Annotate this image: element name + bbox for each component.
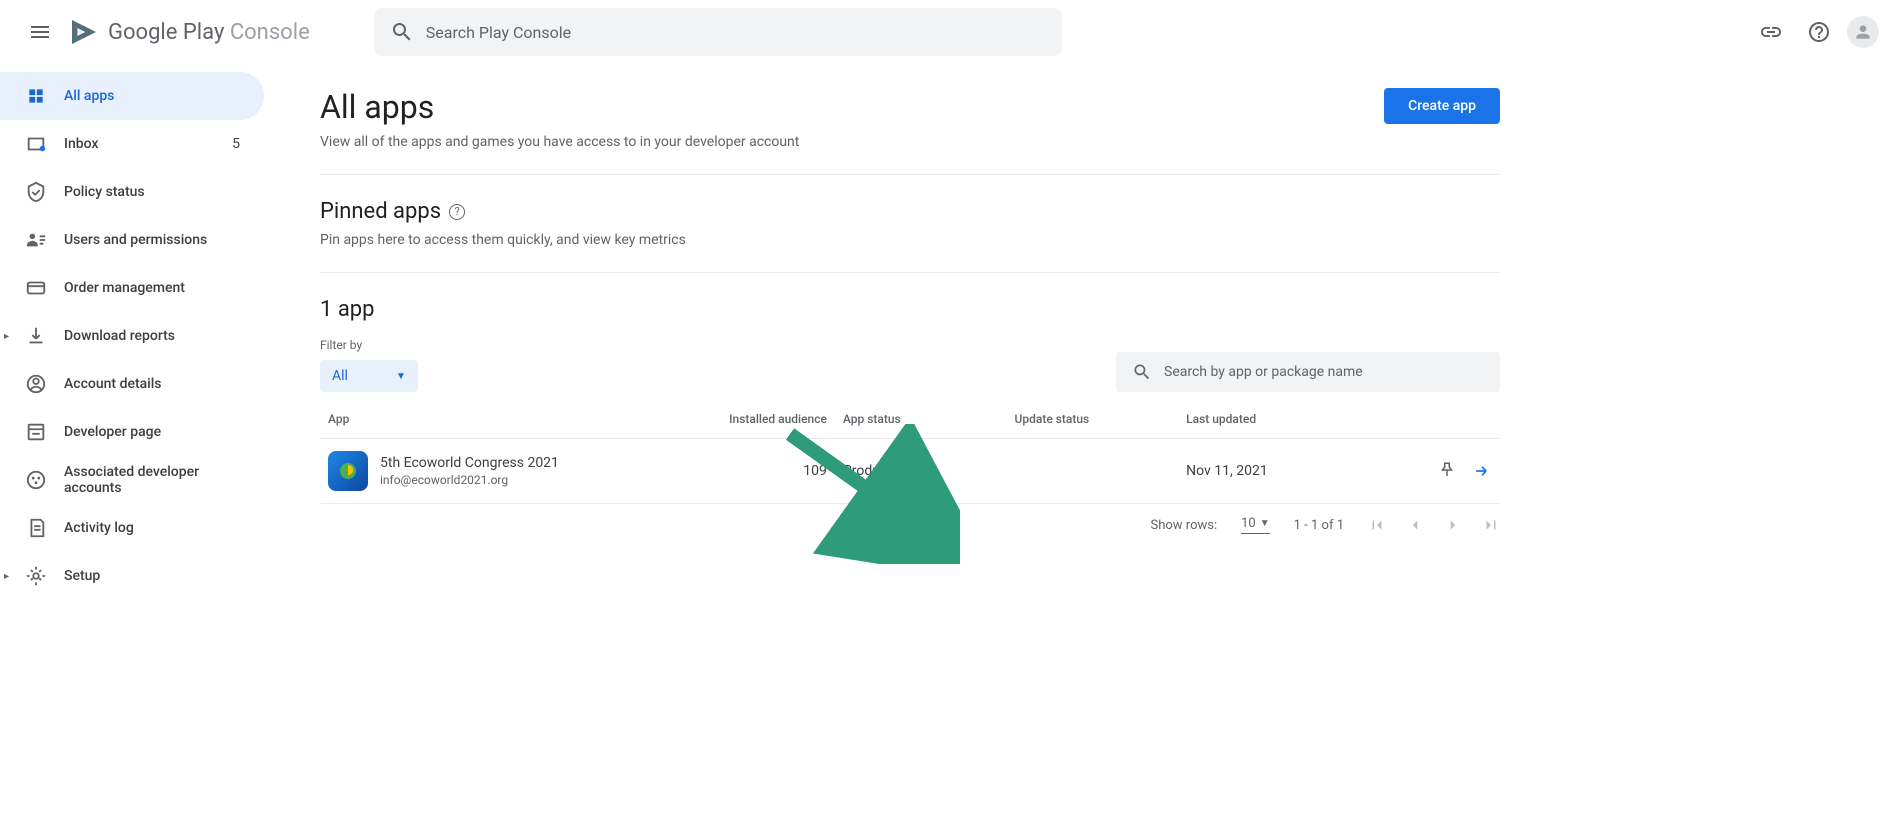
card-icon [24, 276, 48, 300]
account-icon [24, 372, 48, 396]
play-console-logo-icon [68, 16, 100, 48]
log-icon [24, 516, 48, 540]
users-icon [24, 228, 48, 252]
prev-page-button[interactable] [1406, 516, 1424, 534]
sidebar-item-inbox[interactable]: Inbox 5 [0, 120, 264, 168]
pin-icon [1438, 461, 1456, 479]
group-icon [24, 468, 48, 492]
link-icon [1759, 20, 1783, 44]
cell-updated: Nov 11, 2021 [1178, 439, 1393, 504]
gear-icon [24, 564, 48, 588]
pagination: Show rows: 10 ▼ 1 - 1 of 1 [320, 504, 1500, 546]
help-icon [1807, 20, 1831, 44]
cell-status: Production [835, 439, 1007, 504]
app-email: info@ecoworld2021.org [380, 473, 559, 487]
arrow-right-icon [1472, 461, 1492, 481]
rows-per-page-select[interactable]: 10 ▼ [1241, 516, 1270, 534]
chevron-down-icon: ▼ [1260, 518, 1270, 529]
open-app-button[interactable] [1472, 461, 1492, 481]
chevron-left-icon [1406, 516, 1424, 534]
filter-dropdown[interactable]: All ▼ [320, 360, 418, 392]
app-icon [328, 451, 368, 491]
hamburger-icon [28, 20, 52, 44]
cell-update [1007, 439, 1179, 504]
col-status[interactable]: App status [835, 400, 1007, 439]
sidebar-item-policy-status[interactable]: Policy status [0, 168, 264, 216]
apps-icon [24, 84, 48, 108]
sidebar-item-developer-page[interactable]: Developer page [0, 408, 264, 456]
col-installed[interactable]: Installed audience [706, 400, 835, 439]
table-row[interactable]: 5th Ecoworld Congress 2021 info@ecoworld… [320, 439, 1500, 504]
account-avatar[interactable] [1847, 16, 1879, 48]
col-update[interactable]: Update status [1007, 400, 1179, 439]
search-box[interactable] [374, 8, 1062, 56]
help-button[interactable] [1799, 12, 1839, 52]
hamburger-menu-button[interactable] [16, 8, 64, 56]
person-icon [1853, 22, 1873, 42]
cell-installed: 109 [706, 439, 835, 504]
sidebar-item-download-reports[interactable]: Download reports [0, 312, 264, 360]
link-button[interactable] [1751, 12, 1791, 52]
show-rows-label: Show rows: [1151, 518, 1218, 533]
sidebar-item-activity-log[interactable]: Activity log [0, 504, 264, 552]
shield-icon [24, 180, 48, 204]
sidebar-item-associated-accounts[interactable]: Associated developer accounts [0, 456, 264, 504]
col-app: App [320, 400, 706, 439]
search-icon [390, 20, 414, 44]
first-page-icon [1368, 516, 1386, 534]
apps-table: App Installed audience App status Update… [320, 400, 1500, 504]
next-page-button[interactable] [1444, 516, 1462, 534]
pagination-range: 1 - 1 of 1 [1294, 518, 1344, 533]
sidebar-item-order-management[interactable]: Order management [0, 264, 264, 312]
app-search-input[interactable] [1164, 364, 1484, 380]
sidebar-item-all-apps[interactable]: All apps [0, 72, 264, 120]
page-description: View all of the apps and games you have … [320, 134, 799, 150]
filter-search-box[interactable] [1116, 352, 1500, 392]
logo[interactable]: Google Play Console [68, 16, 310, 48]
pinned-apps-description: Pin apps here to access them quickly, an… [320, 232, 1500, 248]
app-name: 5th Ecoworld Congress 2021 [380, 455, 559, 471]
help-circle-icon[interactable]: ? [449, 204, 465, 220]
create-app-button[interactable]: Create app [1384, 88, 1500, 124]
chevron-right-icon [1444, 516, 1462, 534]
sidebar-item-setup[interactable]: Setup [0, 552, 264, 600]
first-page-button[interactable] [1368, 516, 1386, 534]
sidebar-item-account-details[interactable]: Account details [0, 360, 264, 408]
chevron-down-icon: ▼ [396, 371, 406, 382]
sidebar: All apps Inbox 5 Policy status Users and… [0, 64, 280, 600]
pinned-apps-title: Pinned apps ? [320, 199, 1500, 224]
sidebar-item-users-permissions[interactable]: Users and permissions [0, 216, 264, 264]
search-input[interactable] [426, 23, 1046, 42]
pin-button[interactable] [1438, 461, 1456, 481]
inbox-icon [24, 132, 48, 156]
search-icon [1132, 362, 1152, 382]
last-page-button[interactable] [1482, 516, 1500, 534]
col-updated[interactable]: Last updated [1178, 400, 1393, 439]
inbox-badge: 5 [232, 136, 240, 152]
filter-label: Filter by [320, 338, 418, 352]
page-icon [24, 420, 48, 444]
page-title: All apps [320, 88, 799, 126]
logo-text: Google Play Console [108, 20, 310, 45]
download-icon [24, 324, 48, 348]
app-count-title: 1 app [320, 273, 1500, 338]
last-page-icon [1482, 516, 1500, 534]
